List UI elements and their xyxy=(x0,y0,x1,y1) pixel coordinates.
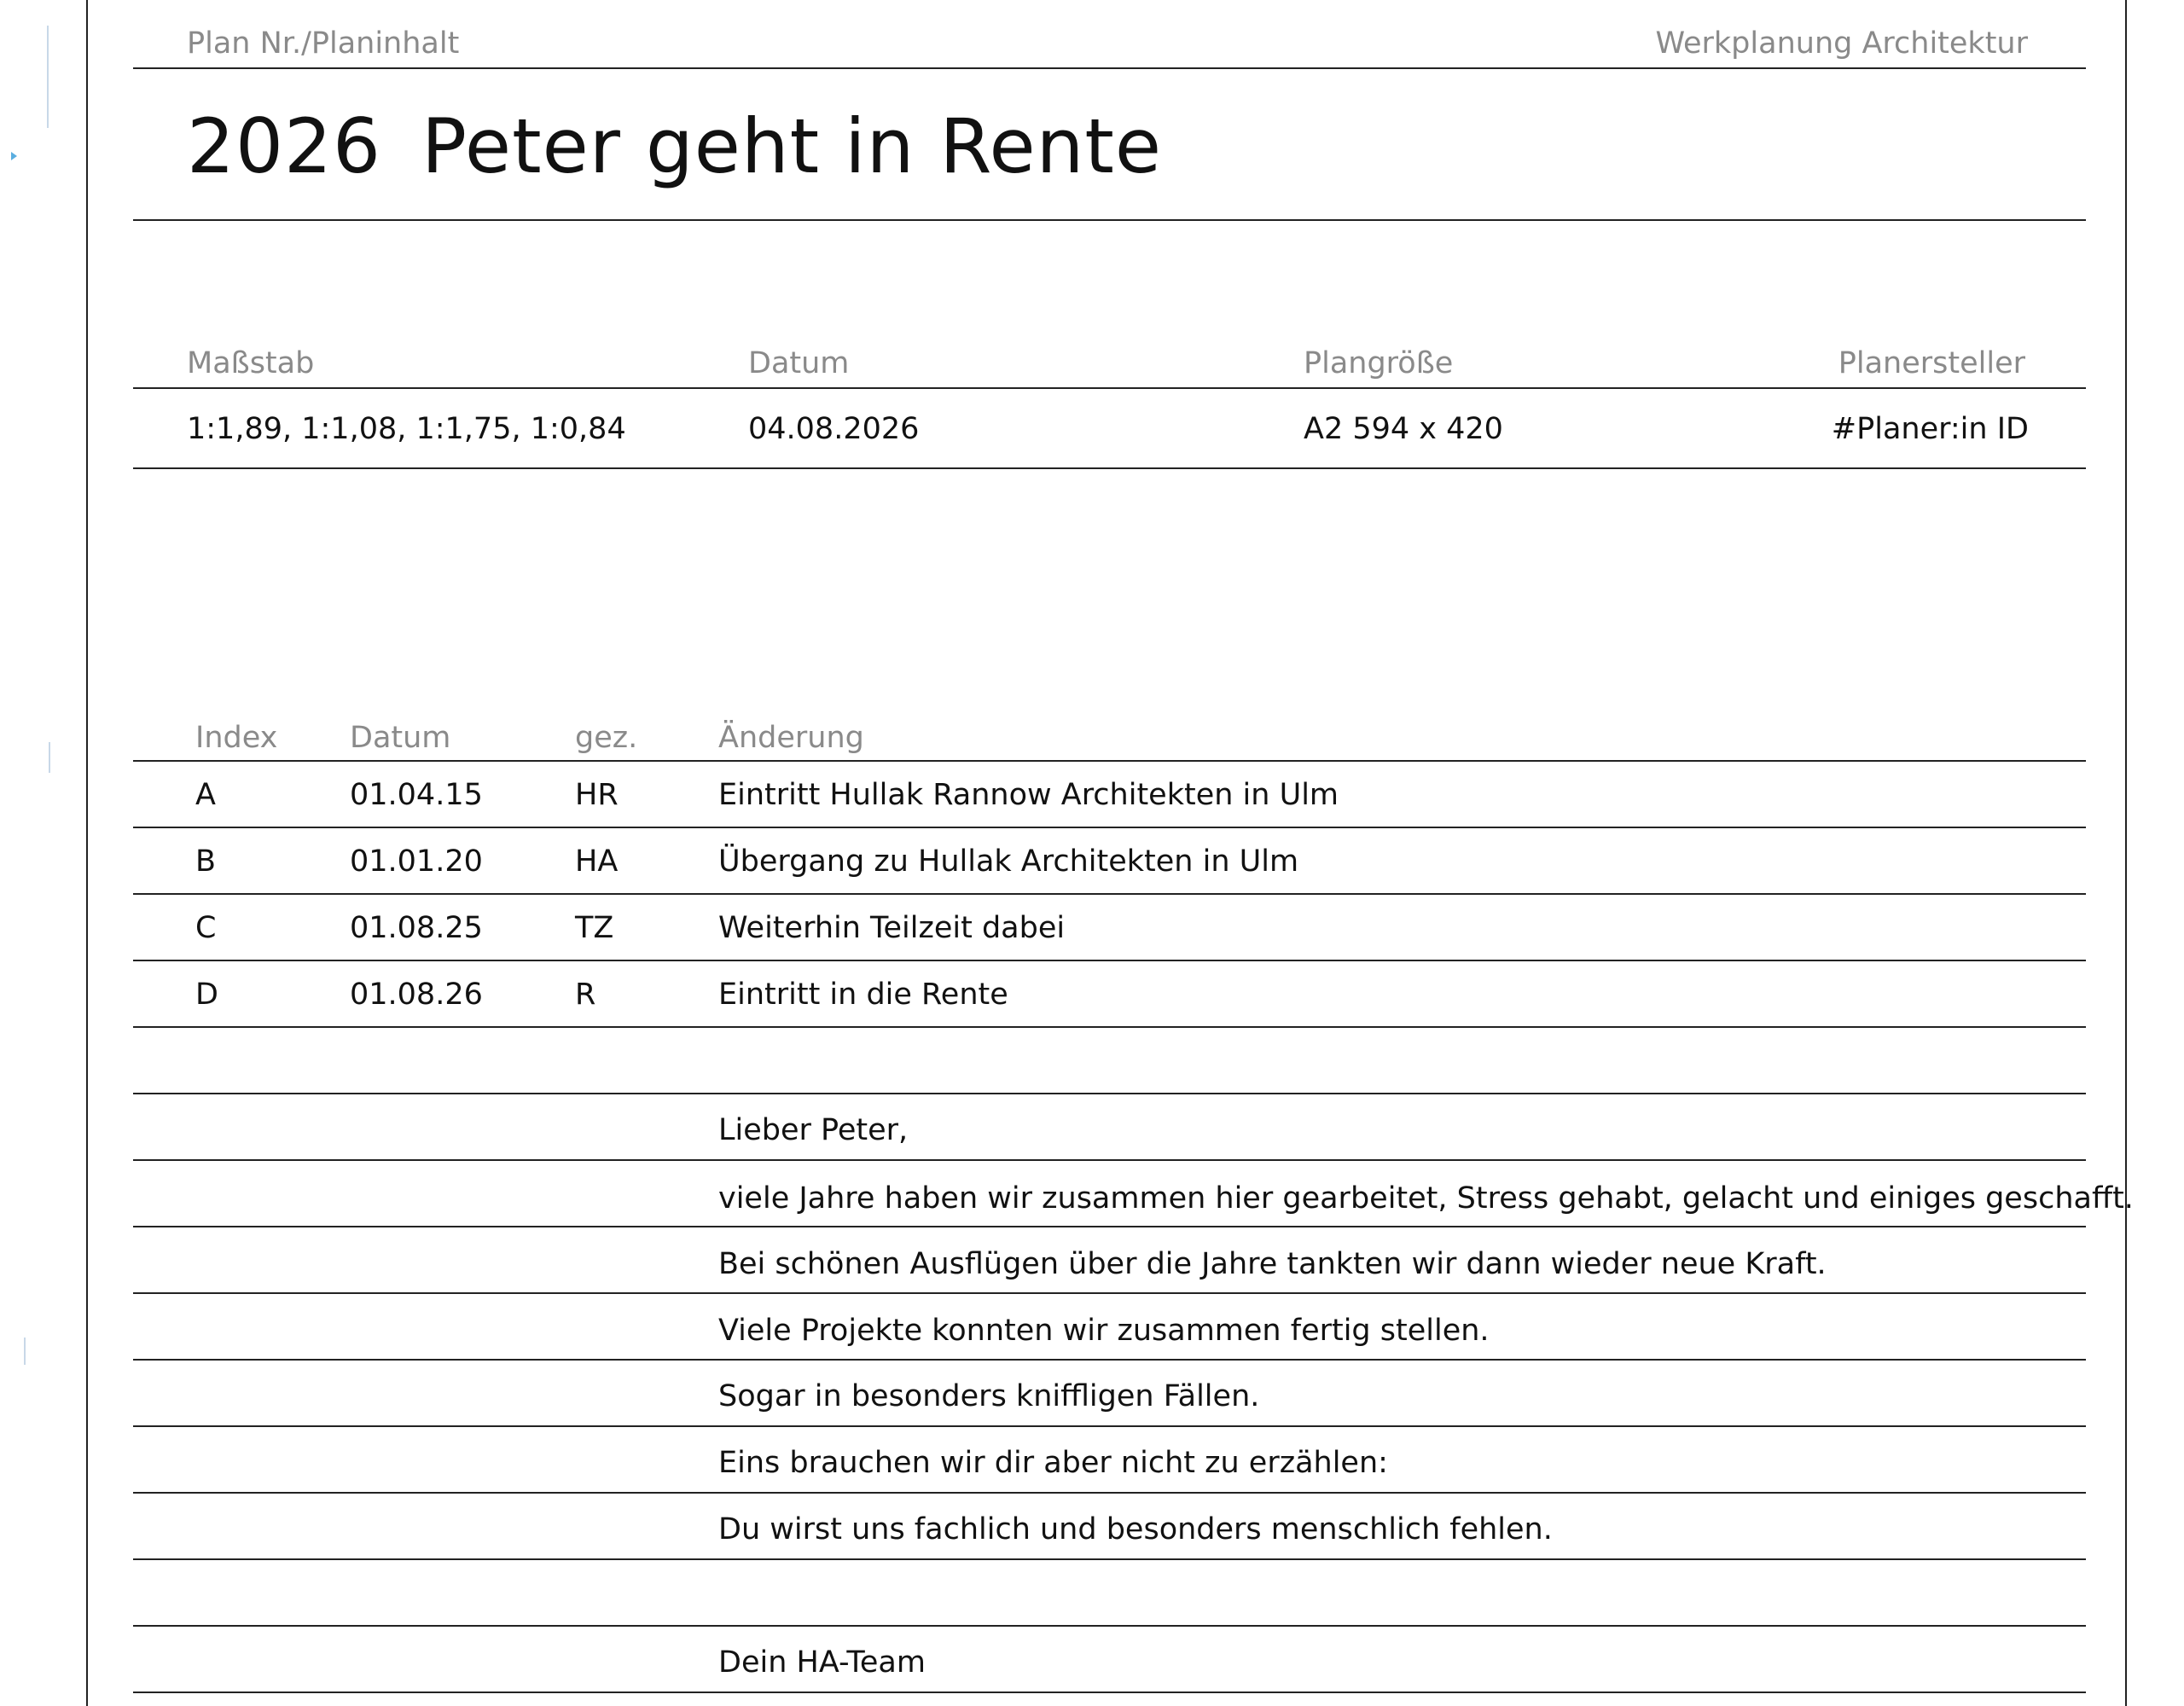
row-divider xyxy=(133,1691,2086,1693)
message-line: Lieber Peter, xyxy=(718,1113,909,1147)
revision-index: B xyxy=(195,844,217,879)
title-rule xyxy=(133,219,2086,221)
revision-date-header: Datum xyxy=(350,721,451,755)
row-divider xyxy=(133,1558,2086,1560)
row-divider xyxy=(133,1159,2086,1161)
message-line: Du wirst uns fachlich und besonders mens… xyxy=(718,1512,1553,1546)
author-label: Planersteller xyxy=(1838,346,2025,380)
revision-drawn-by: TZ xyxy=(575,911,614,945)
revision-date: 01.01.20 xyxy=(350,844,483,879)
message-line: Sogar in besonders kniffligen Fällen. xyxy=(718,1379,1260,1413)
row-divider xyxy=(133,1492,2086,1494)
row-divider xyxy=(133,1292,2086,1294)
scale-value: 1:1,89, 1:1,08, 1:1,75, 1:0,84 xyxy=(187,412,626,446)
meta-bottom-rule xyxy=(133,467,2086,469)
revision-change: Eintritt Hullak Rannow Architekten in Ul… xyxy=(718,778,1339,812)
row-divider xyxy=(133,960,2086,961)
plan-number-label: Plan Nr./Planinhalt xyxy=(187,26,460,61)
row-divider xyxy=(133,827,2086,828)
revision-drawn-by: HR xyxy=(575,778,619,812)
revision-date: 01.08.26 xyxy=(350,978,483,1012)
revision-index: D xyxy=(195,978,218,1012)
revision-date: 01.08.25 xyxy=(350,911,483,945)
revision-drawn-by: R xyxy=(575,978,596,1012)
date-label: Datum xyxy=(748,346,850,380)
message-line: Bei schönen Ausflügen über die Jahre tan… xyxy=(718,1247,1827,1281)
change-header: Änderung xyxy=(718,721,864,755)
message-line: viele Jahre haben wir zusammen hier gear… xyxy=(718,1181,2134,1216)
revision-header-rule xyxy=(133,760,2086,762)
plan-size-label: Plangröße xyxy=(1304,346,1454,380)
margin-mark xyxy=(24,1338,26,1365)
row-divider xyxy=(133,1026,2086,1028)
revision-date: 01.04.15 xyxy=(350,778,483,812)
signature-line: Dein HA-Team xyxy=(718,1645,926,1680)
revision-change: Übergang zu Hullak Architekten in Ulm xyxy=(718,844,1299,879)
revision-index: C xyxy=(195,911,217,945)
row-divider xyxy=(133,893,2086,895)
meta-header-rule xyxy=(133,387,2086,389)
message-line: Eins brauchen wir dir aber nicht zu erzä… xyxy=(718,1446,1388,1480)
plan-category: Werkplanung Architektur xyxy=(1655,26,2028,61)
drawn-by-header: gez. xyxy=(575,721,638,755)
row-divider xyxy=(133,1226,2086,1227)
plan-size-value: A2 594 x 420 xyxy=(1304,412,1503,446)
header-rule xyxy=(133,67,2086,69)
row-divider xyxy=(133,1625,2086,1627)
margin-mark xyxy=(49,742,50,773)
row-divider xyxy=(133,1093,2086,1094)
row-divider xyxy=(133,1425,2086,1427)
row-divider xyxy=(133,1359,2086,1361)
plan-year: 2026 xyxy=(187,102,381,190)
revision-index: A xyxy=(195,778,216,812)
revision-change: Eintritt in die Rente xyxy=(718,978,1008,1012)
date-value: 04.08.2026 xyxy=(748,412,920,446)
scale-label: Maßstab xyxy=(187,346,315,380)
message-line: Viele Projekte konnten wir zusammen fert… xyxy=(718,1314,1490,1348)
margin-arrow-icon xyxy=(11,152,17,160)
page-title: Peter geht in Rente xyxy=(421,102,1163,190)
revision-drawn-by: HA xyxy=(575,844,619,879)
author-value: #Planer:in ID xyxy=(1831,412,2029,446)
margin-mark xyxy=(47,26,49,128)
index-header: Index xyxy=(195,721,278,755)
revision-change: Weiterhin Teilzeit dabei xyxy=(718,911,1066,945)
